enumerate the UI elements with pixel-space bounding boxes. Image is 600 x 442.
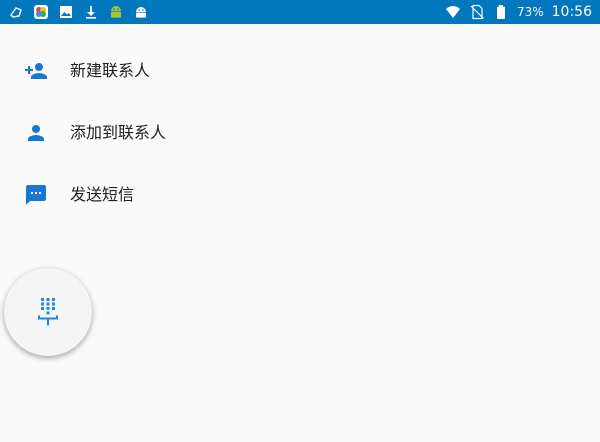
wifi-icon xyxy=(445,6,460,18)
android-alt-icon xyxy=(136,7,146,18)
battery-percentage: 73% xyxy=(516,5,544,19)
battery-icon xyxy=(496,5,505,19)
add-person-icon xyxy=(25,63,47,79)
menu-item-add-to-contact[interactable]: 添加到联系人 xyxy=(0,102,600,164)
gallery-icon xyxy=(60,6,72,18)
android-icon xyxy=(111,6,121,18)
dialpad-button[interactable] xyxy=(4,268,92,356)
photos-icon xyxy=(34,5,48,19)
status-bar: 73% 10:56 xyxy=(0,0,600,24)
menu-item-label: 新建联系人 xyxy=(70,61,151,80)
download-icon xyxy=(86,6,96,19)
contact-actions-menu: 新建联系人 添加到联系人 发送短信 xyxy=(0,40,600,226)
status-bar-notifications xyxy=(8,4,149,20)
notification-icon xyxy=(10,7,22,18)
dialpad-icon xyxy=(38,298,58,326)
person-icon xyxy=(28,125,44,141)
menu-item-send-message[interactable]: 发送短信 xyxy=(0,164,600,226)
no-sim-icon xyxy=(470,4,484,20)
clock: 10:56 xyxy=(551,4,592,20)
status-bar-system: 73% 10:56 xyxy=(445,4,592,20)
menu-item-label: 添加到联系人 xyxy=(70,123,167,142)
message-icon xyxy=(26,185,46,205)
menu-item-new-contact[interactable]: 新建联系人 xyxy=(0,40,600,102)
menu-item-label: 发送短信 xyxy=(70,185,135,204)
